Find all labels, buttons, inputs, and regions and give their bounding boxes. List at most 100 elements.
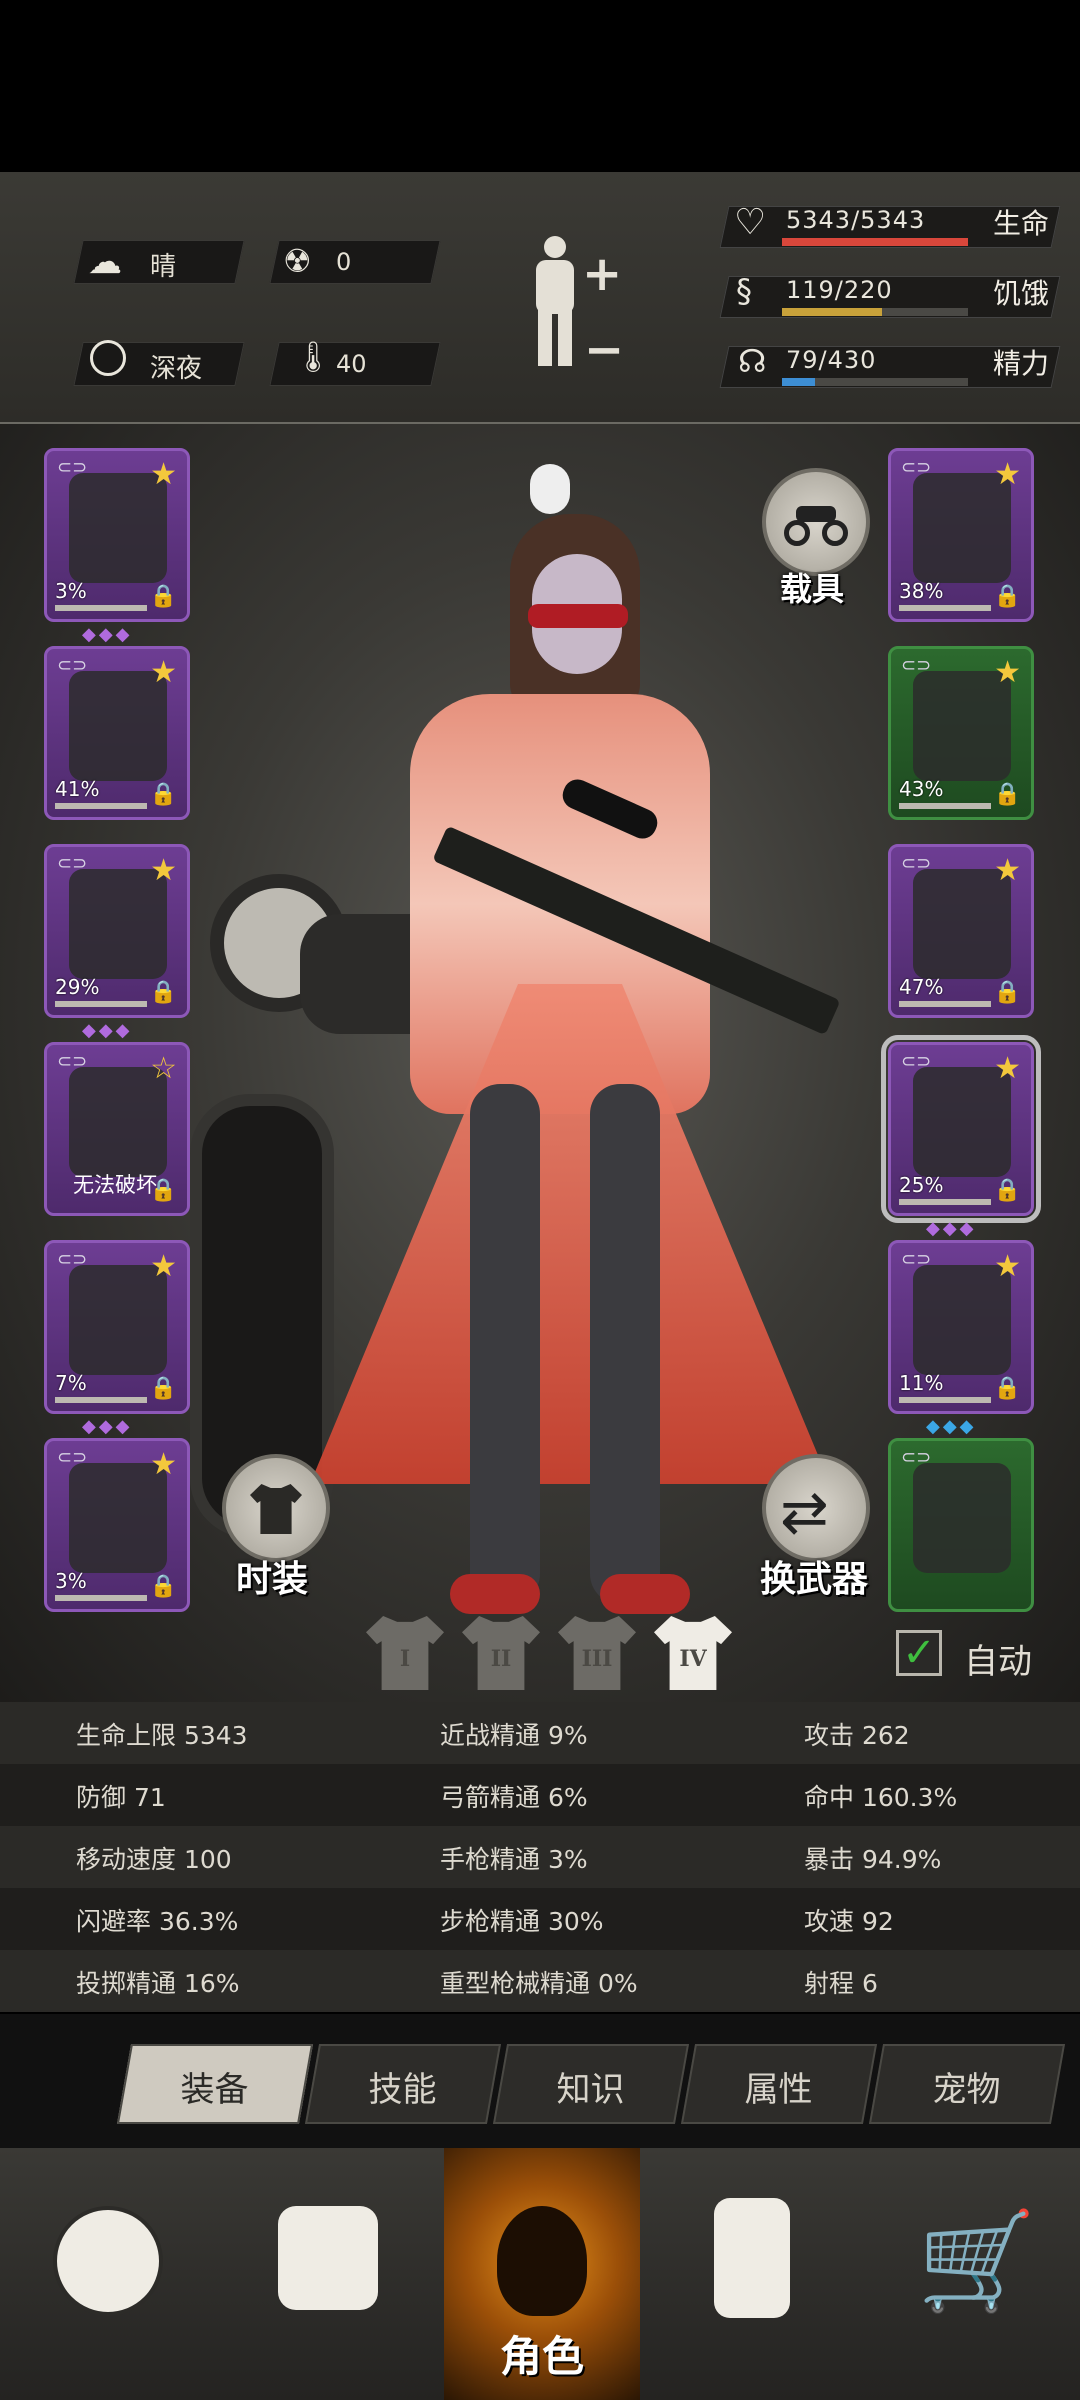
equipment-slot[interactable]: ⊂⊃ ★ 38% 🔒 <box>888 448 1034 622</box>
vehicle-label[interactable]: 载具 <box>780 564 844 610</box>
plus-icon: + <box>582 246 623 302</box>
nav-cart[interactable]: 🛒 <box>864 2148 1080 2400</box>
star-icon: ☆ <box>150 1051 177 1086</box>
stat-cell: 步枪精通 30% <box>440 1907 604 1936</box>
lock-icon: 🔒 <box>993 1376 1021 1401</box>
outfit-tab-3[interactable]: III <box>558 1616 636 1690</box>
gem-indicators: ◆◆◆ <box>82 1020 133 1041</box>
stat-cell: 重型枪械精通 0% <box>440 1969 638 1998</box>
durability-bar <box>899 605 991 611</box>
lock-icon: 🔒 <box>993 1178 1021 1203</box>
equipment-slot[interactable]: ⊂⊃ ★ 7% 🔒 <box>44 1240 190 1414</box>
nav-radio[interactable] <box>644 2148 860 2400</box>
star-icon: ★ <box>150 655 177 690</box>
stat-cell: 生命上限 5343 <box>76 1721 248 1750</box>
star-icon: ★ <box>150 457 177 492</box>
equipment-slot[interactable]: ⊂⊃ ★ 41% 🔒 <box>44 646 190 820</box>
health-label: 生命 <box>993 207 1050 240</box>
durability-bar <box>55 1001 147 1007</box>
lock-icon: 🔒 <box>149 782 177 807</box>
nav-backpack[interactable] <box>220 2148 436 2400</box>
durability-bar <box>899 1001 991 1007</box>
equipment-slot[interactable]: ⊂⊃ ★ 25% 🔒 <box>881 1035 1041 1223</box>
health-fill <box>782 238 968 246</box>
category-tabs: 装备 技能 知识 属性 宠物 <box>0 2014 1080 2148</box>
link-icon: ⊂⊃ <box>57 1051 88 1072</box>
tab-5[interactable]: 宠物 <box>868 2044 1066 2124</box>
stat-cell: 防御 71 <box>76 1783 166 1812</box>
fashion-button[interactable] <box>222 1454 330 1562</box>
equipment-slot[interactable]: ⊂⊃ ★ 3% 🔒 <box>44 1438 190 1612</box>
durability-percent: 47% <box>899 975 944 999</box>
hunger-fill <box>782 308 883 316</box>
stats-row: 闪避率 36.3% 步枪精通 30% 攻速 92 <box>0 1888 1080 1950</box>
stat-cell: 命中 160.3% <box>804 1783 958 1812</box>
link-icon: ⊂⊃ <box>57 655 88 676</box>
equipment-slot[interactable]: ⊂⊃ ★ 11% 🔒 <box>888 1240 1034 1414</box>
durability-percent: 38% <box>899 579 944 603</box>
lock-icon: 🔒 <box>149 1574 177 1599</box>
outfit-tab-4[interactable]: IV <box>654 1616 732 1690</box>
switch-weapon-button[interactable]: ⇄ <box>762 1454 870 1562</box>
brain-icon: ☊ <box>738 342 767 380</box>
stat-cell: 暴击 94.9% <box>804 1845 942 1874</box>
lock-icon: 🔒 <box>149 980 177 1005</box>
link-icon: ⊂⊃ <box>57 1249 88 1270</box>
star-icon: ★ <box>994 1249 1021 1284</box>
energy-track <box>782 378 968 386</box>
equipment-slot[interactable]: ⊂⊃ ★ 43% 🔒 <box>888 646 1034 820</box>
energy-value: 79/430 <box>786 346 877 374</box>
stat-cell: 投掷精通 16% <box>76 1969 240 1998</box>
weather-text: 晴 <box>150 252 177 282</box>
star-icon: ★ <box>150 1447 177 1482</box>
star-icon: ★ <box>994 853 1021 888</box>
link-icon: ⊂⊃ <box>901 1249 932 1270</box>
clock-icon <box>90 340 126 376</box>
link-icon: ⊂⊃ <box>901 1447 932 1468</box>
tab-1[interactable]: 装备 <box>116 2044 314 2124</box>
hunger-track <box>782 308 968 316</box>
star-icon: ★ <box>150 1249 177 1284</box>
tab-2[interactable]: 技能 <box>304 2044 502 2124</box>
tab-label: 技能 <box>368 2070 437 2110</box>
tab-label: 知识 <box>556 2070 625 2110</box>
stat-cell: 弓箭精通 6% <box>440 1783 588 1812</box>
equipment-slot[interactable]: ⊂⊃ ★ 47% 🔒 <box>888 844 1034 1018</box>
body-status-icon[interactable] <box>524 236 584 366</box>
durability-percent: 3% <box>55 579 87 603</box>
nav-character-head[interactable]: 角色 <box>444 2148 640 2400</box>
equipment-slot[interactable]: ⊂⊃ <box>888 1438 1034 1612</box>
auto-label[interactable]: 自动 <box>964 1634 1032 1683</box>
lock-icon: 🔒 <box>149 584 177 609</box>
thermometer-icon: 🌡 <box>294 340 333 375</box>
character-illustration[interactable] <box>300 464 860 1644</box>
fashion-label[interactable]: 时装 <box>236 1550 308 1602</box>
equipment-slot[interactable]: ⊂⊃ ★ 3% 🔒 <box>44 448 190 622</box>
stat-cell: 近战精通 9% <box>440 1721 588 1750</box>
link-icon: ⊂⊃ <box>901 457 932 478</box>
cloud-sun-icon: ☁ <box>88 242 122 282</box>
slot-note: 无法破坏 <box>73 1173 157 1197</box>
top-black-band <box>0 0 1080 172</box>
stat-cell: 闪避率 36.3% <box>76 1907 239 1936</box>
star-icon: ★ <box>994 457 1021 492</box>
tab-4[interactable]: 属性 <box>680 2044 878 2124</box>
vehicle-button[interactable] <box>762 468 870 576</box>
heart-icon: ♡ <box>734 202 767 243</box>
stomach-icon: § <box>736 272 752 310</box>
switch-weapon-label[interactable]: 换武器 <box>760 1550 868 1602</box>
equipment-slot[interactable]: ⊂⊃ ☆ 无法破坏 🔒 <box>44 1042 190 1216</box>
stat-cell: 射程 6 <box>804 1969 878 1998</box>
nav-globe[interactable] <box>0 2148 216 2400</box>
outfit-tab-2[interactable]: II <box>462 1616 540 1690</box>
star-icon: ★ <box>994 655 1021 690</box>
star-icon: ★ <box>150 853 177 888</box>
lock-icon: 🔒 <box>149 1178 177 1203</box>
tab-3[interactable]: 知识 <box>492 2044 690 2124</box>
equipment-slot[interactable]: ⊂⊃ ★ 29% 🔒 <box>44 844 190 1018</box>
auto-checkbox[interactable]: ✓ <box>896 1630 942 1676</box>
outfit-tab-1[interactable]: I <box>366 1616 444 1690</box>
durability-percent: 29% <box>55 975 100 999</box>
durability-bar <box>899 1397 991 1403</box>
durability-bar <box>55 605 147 611</box>
